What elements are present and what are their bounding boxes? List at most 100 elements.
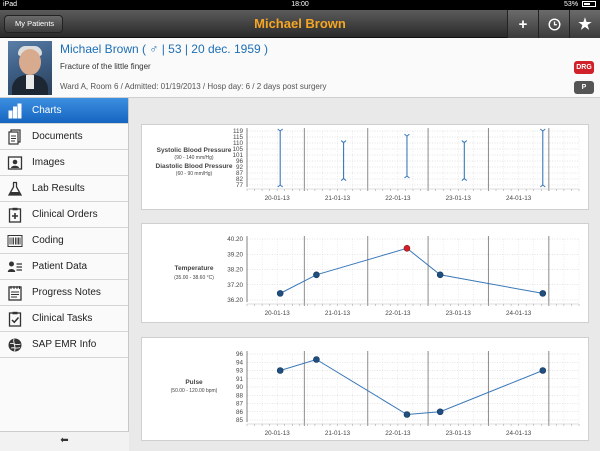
bp-systolic-cap: [404, 133, 410, 137]
patient-diagnosis: Fracture of the little finger: [60, 62, 151, 71]
data-point: [403, 411, 411, 418]
data-point: [276, 290, 284, 297]
x-tick-label: 22-01-13: [385, 195, 411, 202]
chart-label: Temperature: [175, 265, 214, 272]
sidebar-item-label: SAP EMR Info: [32, 339, 97, 350]
sidebar-item-progress-notes[interactable]: Progress Notes: [0, 280, 128, 306]
x-tick-label: 21-01-13: [325, 430, 351, 437]
series-line: [279, 247, 543, 294]
flask-icon: [7, 181, 23, 197]
bp-range-mark: [404, 133, 410, 179]
drg-badge[interactable]: DRG: [574, 61, 594, 74]
sidebar-item-coding[interactable]: Coding: [0, 228, 128, 254]
sidebar-item-clinical-tasks[interactable]: Clinical Tasks: [0, 306, 128, 332]
battery-percent: 53%: [564, 1, 579, 8]
chart-svg: 9694 93919088 878685 20-01-13 21-01-13 22-01-…: [171, 351, 580, 437]
bp-range-mark: [539, 128, 546, 188]
data-point: [276, 367, 284, 374]
data-point: [313, 271, 320, 279]
sidebar-item-clinical-orders[interactable]: Clinical Orders: [0, 202, 128, 228]
favorite-button[interactable]: ★: [569, 10, 600, 38]
bp-range-mark: [340, 140, 347, 181]
sidebar-item-charts[interactable]: Charts: [0, 98, 128, 124]
bp-diastolic-cap: [277, 184, 284, 188]
patient-photo: [8, 41, 52, 95]
y-tick-label: 96: [236, 351, 244, 358]
clock-time: 18:00: [291, 1, 309, 8]
chart-label: (35.00 - 38.60 °C): [174, 275, 214, 281]
sidebar-item-patient-data[interactable]: Patient Data: [0, 254, 128, 280]
y-tick-label: 77: [236, 182, 244, 189]
sidebar-item-lab-results[interactable]: Lab Results: [0, 176, 128, 202]
sidebar-item-images[interactable]: Images: [0, 150, 128, 176]
history-button[interactable]: [538, 10, 569, 38]
x-tick-label: 23-01-13: [446, 430, 472, 437]
y-tick-label: 38.20: [227, 267, 243, 274]
x-tick-label: 20-01-13: [265, 195, 291, 202]
y-tick-label: 93: [236, 368, 244, 375]
bp-range-mark: [461, 140, 468, 181]
sidebar-item-label: Documents: [32, 131, 83, 142]
sidebar-item-label: Clinical Orders: [32, 209, 98, 220]
x-tick-label: 23-01-13: [446, 310, 472, 317]
bp-systolic-cap: [539, 128, 546, 132]
add-button[interactable]: +: [507, 10, 538, 38]
y-tick-label: 40.20: [227, 236, 243, 243]
y-tick-label: 87: [236, 401, 244, 408]
chart-svg: 119115110105101969287827720-01-13 21-01-1…: [156, 128, 580, 202]
y-tick-label: 94: [236, 359, 244, 366]
bp-range-mark: [277, 128, 284, 188]
temperature-chart: 40.20 39.20 38.20 37.20 36.20 20-01-13 21-01-1…: [141, 223, 589, 323]
x-tick-label: 24-01-13: [506, 195, 532, 202]
x-tick-label: 21-01-13: [325, 310, 351, 317]
sidebar-item-label: Lab Results: [32, 183, 85, 194]
p-badge[interactable]: P: [574, 81, 594, 94]
chart-svg: 40.20 39.20 38.20 37.20 36.20 20-01-13 21-01-1…: [174, 236, 580, 317]
chart-label: Pulse: [185, 379, 203, 386]
nav-actions: + ★: [507, 10, 600, 38]
tasks-icon: [7, 311, 23, 327]
back-arrow-icon: ⬅: [60, 435, 69, 446]
sidebar-item-label: Images: [32, 157, 65, 168]
bp-systolic-cap: [340, 140, 347, 144]
chart-label: (90 - 140 mm/Hg): [174, 155, 214, 161]
chart-label: Diastolic Blood Pressure: [156, 163, 233, 170]
bp-diastolic-cap: [539, 184, 546, 188]
data-point: [436, 271, 444, 279]
y-tick-label: 90: [236, 384, 244, 391]
data-point: [436, 408, 444, 416]
y-tick-label: 85: [236, 417, 244, 424]
documents-icon: [7, 129, 23, 145]
data-point: [313, 356, 320, 363]
sidebar-item-sap-emr-info[interactable]: SAP EMR Info: [0, 332, 128, 358]
patient-data-icon: [7, 259, 23, 275]
x-tick-label: 20-01-13: [265, 310, 291, 317]
sidebar-item-label: Coding: [32, 235, 64, 246]
sap-globe-icon: [7, 337, 23, 353]
sidebar-item-label: Clinical Tasks: [32, 313, 93, 324]
pulse-chart: 96 94 93 91 90 88 87 86 85 20-01-13 21-01-13 22-01-…: [141, 337, 589, 441]
y-tick-label: 91: [236, 376, 244, 383]
y-tick-label: 36.20: [227, 297, 243, 304]
barcode-icon: [7, 233, 23, 249]
bp-systolic-cap: [461, 140, 468, 144]
star-icon: ★: [578, 16, 592, 33]
patient-header: Michael Brown ( ♂ | 53 | 20 dec. 1959 ) …: [0, 38, 600, 98]
data-point: [539, 367, 547, 374]
charts-content: 119 115 110 105 101 96 92 87 82 77 20-01-13 21-01-1…: [130, 98, 600, 451]
x-tick-label: 20-01-13: [265, 430, 291, 437]
collapse-sidebar-button[interactable]: ⬅: [0, 431, 129, 451]
plus-icon: +: [518, 15, 528, 33]
battery-icon: [582, 1, 596, 8]
chart-label: Systolic Blood Pressure: [157, 147, 232, 154]
patient-ward-info: Ward A, Room 6 / Admitted: 01/19/2013 / …: [60, 82, 327, 91]
sidebar-item-label: Charts: [32, 105, 62, 116]
bp-diastolic-cap: [404, 175, 410, 179]
patient-name[interactable]: Michael Brown ( ♂ | 53 | 20 dec. 1959 ): [60, 42, 268, 56]
clock-icon: [547, 17, 561, 31]
y-tick-label: 39.20: [227, 251, 243, 258]
chart-label: (60 - 90 mm/Hg): [176, 171, 213, 177]
x-tick-label: 22-01-13: [385, 430, 411, 437]
sidebar-item-documents[interactable]: Documents: [0, 124, 128, 150]
sidebar-item-label: Progress Notes: [32, 287, 101, 298]
